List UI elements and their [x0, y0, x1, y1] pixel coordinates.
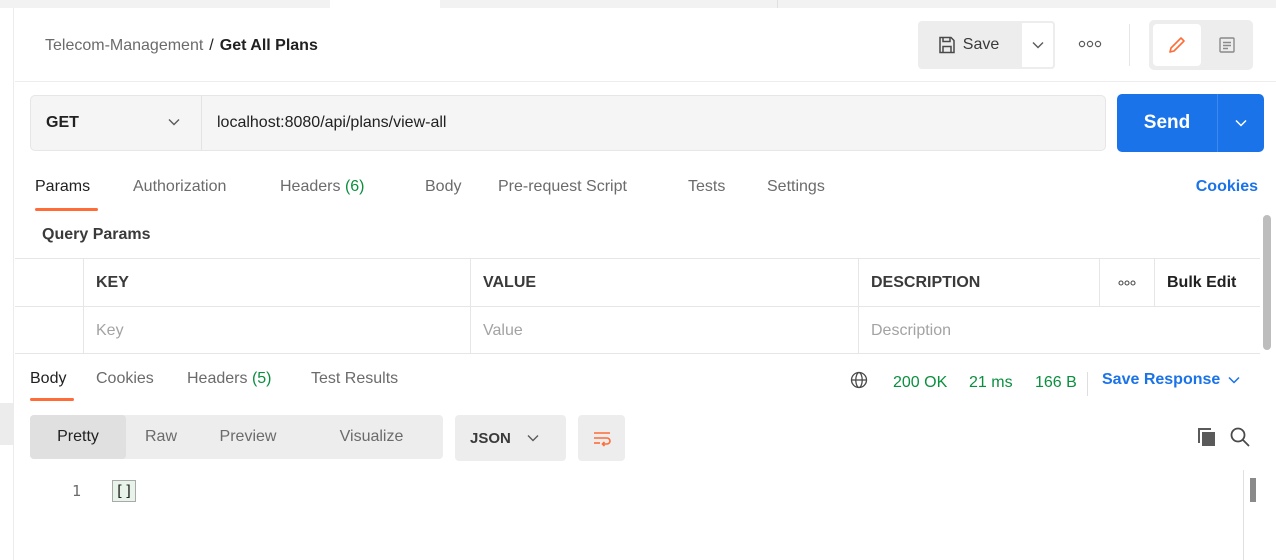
save-group: Save: [918, 21, 1055, 69]
view-visualize[interactable]: Visualize: [300, 415, 443, 459]
url-input[interactable]: localhost:8080/api/plans/view-all: [217, 114, 446, 132]
header-divider: [1129, 24, 1130, 66]
editor-scroll-track: [1243, 470, 1244, 560]
description-input[interactable]: Description: [859, 307, 1260, 354]
copy-icon[interactable]: [1196, 426, 1218, 448]
method-select[interactable]: GET: [31, 96, 202, 150]
response-tab-test-results[interactable]: Test Results: [311, 370, 398, 388]
response-view-switcher: Pretty Raw Preview Visualize: [30, 415, 443, 459]
send-button[interactable]: Send: [1117, 94, 1217, 152]
tab-body[interactable]: Body: [425, 178, 461, 196]
active-response-tab-indicator: [30, 398, 74, 401]
bulk-edit-button[interactable]: Bulk Edit: [1155, 259, 1260, 306]
save-response-label: Save Response: [1102, 371, 1221, 388]
pencil-icon: [1169, 37, 1185, 53]
active-tab-indicator: [35, 208, 98, 211]
tab-authorization[interactable]: Authorization: [133, 178, 226, 196]
comment-icon: [1219, 37, 1235, 53]
response-tab-cookies[interactable]: Cookies: [96, 370, 154, 388]
value-input[interactable]: Value: [471, 307, 859, 354]
more-actions-button[interactable]: [1075, 34, 1105, 54]
response-tab-body[interactable]: Body: [30, 370, 66, 388]
breadcrumb-collection[interactable]: Telecom-Management: [45, 37, 203, 54]
response-divider: [1087, 372, 1088, 396]
send-group: Send: [1117, 94, 1264, 152]
query-params-table: KEY VALUE DESCRIPTION Bulk Edit Key Valu…: [15, 258, 1260, 354]
edit-mode-button[interactable]: [1153, 24, 1201, 66]
globe-icon[interactable]: [849, 370, 869, 390]
chevron-down-icon: [527, 435, 539, 442]
wrap-lines-button[interactable]: [578, 415, 625, 461]
chevron-down-icon: [1235, 119, 1247, 127]
tab-divider: [777, 0, 778, 8]
breadcrumb-separator: /: [209, 37, 214, 54]
request-header: Telecom-Management / Get All Plans Save: [15, 8, 1276, 82]
save-label: Save: [962, 36, 1000, 53]
format-select[interactable]: JSON: [455, 415, 566, 461]
tab-strip: [0, 0, 1276, 8]
request-pane-scrollbar[interactable]: [1263, 215, 1271, 350]
tab-tests[interactable]: Tests: [688, 178, 725, 196]
tab-pre-request-script[interactable]: Pre-request Script: [498, 178, 627, 196]
view-mode-toggle: [1149, 20, 1253, 70]
view-preview[interactable]: Preview: [196, 415, 300, 459]
response-tab-headers[interactable]: Headers (5): [187, 370, 272, 388]
response-size[interactable]: 166 B: [1035, 374, 1077, 392]
left-sidebar-edge: [0, 8, 14, 560]
tab-settings[interactable]: Settings: [767, 178, 825, 196]
url-bar: GET localhost:8080/api/plans/view-all: [30, 95, 1106, 151]
response-body-editor[interactable]: 1 []: [15, 468, 1260, 560]
save-icon: [939, 36, 955, 54]
line-number: 1: [72, 482, 82, 500]
wrap-lines-icon: [593, 432, 611, 447]
status-code[interactable]: 200 OK: [893, 374, 947, 392]
column-description: DESCRIPTION: [859, 259, 1100, 306]
response-time[interactable]: 21 ms: [969, 374, 1013, 392]
view-raw[interactable]: Raw: [126, 415, 196, 459]
save-response-button[interactable]: Save Response: [1102, 371, 1240, 389]
column-key: KEY: [84, 259, 471, 306]
tab-params[interactable]: Params: [35, 178, 90, 196]
breadcrumb-request-name[interactable]: Get All Plans: [220, 37, 318, 54]
cookies-link[interactable]: Cookies: [1196, 178, 1258, 196]
chevron-down-icon: [1228, 376, 1240, 384]
table-header-row: KEY VALUE DESCRIPTION Bulk Edit: [15, 259, 1260, 307]
sidebar-toggle[interactable]: [0, 403, 14, 445]
response-headers-count: (5): [251, 370, 272, 387]
response-tabs: Body Cookies Headers (5) Test Results 20…: [0, 366, 1276, 402]
active-tab[interactable]: [330, 0, 440, 8]
editor-scrollbar[interactable]: [1250, 478, 1256, 502]
send-options-button[interactable]: [1218, 94, 1264, 152]
search-icon[interactable]: [1229, 426, 1251, 448]
key-input[interactable]: Key: [84, 307, 471, 354]
save-button[interactable]: Save: [918, 21, 1018, 69]
column-options-button[interactable]: [1100, 259, 1155, 306]
chevron-down-icon: [168, 119, 180, 126]
more-icon: [1078, 40, 1102, 48]
chevron-down-icon: [1032, 42, 1043, 49]
row-checkbox-column: [15, 259, 84, 306]
more-icon: [1118, 279, 1136, 286]
postman-window: Telecom-Management / Get All Plans Save: [0, 0, 1276, 560]
tab-headers[interactable]: Headers (6): [280, 178, 365, 196]
request-tabs: Params Authorization Headers (6) Body Pr…: [0, 172, 1276, 212]
column-value: VALUE: [471, 259, 859, 306]
format-label: JSON: [470, 429, 511, 447]
query-params-title: Query Params: [42, 226, 151, 243]
view-pretty[interactable]: Pretty: [30, 415, 126, 459]
breadcrumb: Telecom-Management / Get All Plans: [45, 37, 318, 55]
table-row: Key Value Description: [15, 307, 1260, 354]
save-options-button[interactable]: [1020, 21, 1055, 69]
headers-count: (6): [344, 178, 365, 195]
method-label: GET: [46, 114, 79, 131]
response-body-content[interactable]: []: [112, 480, 137, 502]
row-checkbox-cell: [15, 307, 84, 354]
comments-mode-button[interactable]: [1205, 24, 1249, 66]
